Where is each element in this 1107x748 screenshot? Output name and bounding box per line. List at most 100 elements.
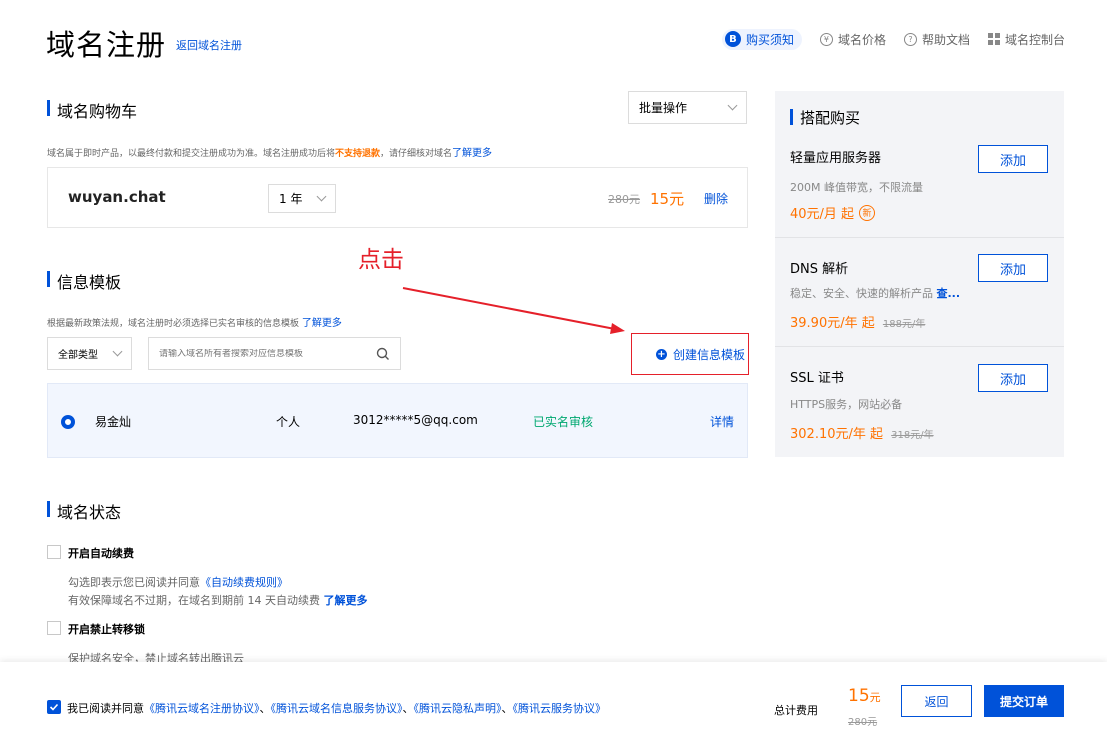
agreement-link-service[interactable]: 《腾讯云服务协议》 (513, 702, 607, 715)
agree-prefix: 我已阅读并同意 (67, 702, 144, 715)
template-row[interactable]: 易金灿 个人 3012*****5@qq.com 已实名审核 详情 (47, 383, 748, 458)
current-price: 15元 (650, 190, 685, 208)
separator: 、 (402, 702, 414, 715)
annotation-click-label: 点击 (358, 247, 404, 273)
bundle-item-dns: DNS 解析 稳定、安全、快速的解析产品 查... 39.90元/年 起 188… (775, 238, 1064, 347)
create-template-button[interactable]: + 创建信息模板 (656, 346, 745, 363)
template-owner-type: 个人 (276, 415, 301, 429)
cart-notice: 域名属于即时产品，以最终付款和提交注册成功为准。域名注册成功后将不支持退款，请仔… (47, 144, 492, 159)
agreement-link-privacy[interactable]: 《腾讯云隐私声明》 (414, 702, 502, 715)
nav-label: 域名价格 (837, 32, 886, 47)
bundle-item-price: 40元/月 起 新 (790, 203, 876, 222)
cart-title: 域名购物车 (57, 102, 138, 121)
desc-text: 有效保障域名不过期，在域名到期前 14 天自动续费 (68, 594, 320, 607)
back-button[interactable]: 返回 (901, 685, 972, 717)
template-search-input[interactable] (149, 348, 376, 359)
transfer-lock-label: 开启禁止转移锁 (68, 623, 145, 636)
price-text: 40元/月 起 (790, 207, 855, 222)
verified-status: 已实名审核 (533, 415, 594, 429)
original-price: 188元/年 (882, 319, 926, 330)
learn-more-link[interactable]: 了解更多 (302, 318, 342, 329)
select-value: 批量操作 (639, 101, 688, 115)
nav-help-docs[interactable]: ? 帮助文档 (903, 31, 970, 48)
template-detail-link[interactable]: 详情 (710, 413, 734, 430)
period-select[interactable]: 1 年 (268, 184, 336, 213)
price-number: 15 (848, 686, 870, 706)
add-ssl-button[interactable]: 添加 (978, 364, 1048, 392)
notice-text: ，请仔细核对域名 (380, 149, 453, 159)
template-owner-name: 易金灿 (95, 415, 132, 429)
auto-renew-checkbox[interactable] (47, 545, 61, 559)
original-price: 280元 (608, 193, 640, 206)
learn-more-link[interactable]: 了解更多 (452, 148, 492, 159)
template-search-box (148, 337, 401, 370)
bundle-item-price: 302.10元/年 起 318元/年 (790, 423, 934, 442)
page-title: 域名注册 (46, 28, 167, 62)
bundle-item-desc: 稳定、安全、快速的解析产品 查... (790, 285, 960, 301)
template-email: 3012*****5@qq.com (353, 413, 478, 427)
chevron-down-icon (316, 191, 327, 202)
template-notice: 根据最新政策法规，域名注册时必须选择已实名审核的信息模板 了解更多 (47, 314, 342, 329)
bundle-item-desc: 200M 峰值带宽，不限流量 (790, 181, 923, 194)
notice-warning: 不支持退款 (335, 149, 381, 159)
more-link[interactable]: 查... (937, 287, 961, 300)
price-text: 302.10元/年 起 (790, 427, 883, 442)
submit-order-button[interactable]: 提交订单 (984, 685, 1064, 717)
price-unit: 元 (869, 691, 881, 704)
learn-more-link[interactable]: 了解更多 (324, 594, 368, 607)
nav-label: 帮助文档 (921, 32, 970, 47)
bundle-item-name: 轻量应用服务器 (790, 151, 882, 166)
delete-button[interactable]: 删除 (704, 190, 728, 207)
radio-selected[interactable] (61, 415, 75, 429)
yuan-icon: ¥ (819, 32, 833, 46)
section-marker (47, 271, 50, 287)
plus-icon: + (656, 349, 667, 360)
back-to-registration-link[interactable]: 返回域名注册 (176, 37, 242, 53)
search-icon[interactable] (376, 347, 390, 361)
b-badge-icon: B (724, 31, 741, 47)
domain-name: wuyan.chat (68, 188, 166, 206)
agreement-link-info-service[interactable]: 《腾讯云域名信息服务协议》 (271, 702, 403, 715)
question-icon: ? (903, 32, 917, 46)
transfer-lock-checkbox[interactable] (47, 621, 61, 635)
status-title: 域名状态 (57, 503, 122, 522)
agree-checkbox[interactable] (47, 700, 61, 714)
desc-text: 稳定、安全、快速的解析产品 (790, 287, 933, 300)
button-label: 创建信息模板 (673, 348, 746, 362)
new-badge: 新 (859, 204, 876, 221)
total-label: 总计费用 (774, 704, 818, 717)
bundle-item-lighthouse: 轻量应用服务器 200M 峰值带宽，不限流量 40元/月 起 新 添加 (775, 137, 1064, 238)
bundle-item-name: SSL 证书 (790, 371, 844, 386)
desc-text: 勾选即表示您已阅读并同意 (68, 576, 200, 589)
bundle-panel: 搭配购买 轻量应用服务器 200M 峰值带宽，不限流量 40元/月 起 新 添加… (775, 91, 1064, 457)
agreement-text: 我已阅读并同意《腾讯云域名注册协议》、《腾讯云域名信息服务协议》、《腾讯云隐私声… (67, 700, 606, 716)
footer-bar: 我已阅读并同意《腾讯云域名注册协议》、《腾讯云域名信息服务协议》、《腾讯云隐私声… (0, 662, 1107, 748)
nav-label: 域名控制台 (1004, 32, 1065, 47)
total-price: 15元 (848, 686, 881, 706)
agreement-link-registration[interactable]: 《腾讯云域名注册协议》 (144, 702, 260, 715)
batch-operation-select[interactable]: 批量操作 (628, 91, 747, 124)
notice-text: 域名属于即时产品，以最终付款和提交注册成功为准。域名注册成功后将 (47, 149, 336, 159)
select-value: 1 年 (279, 192, 303, 206)
separator: 、 (259, 702, 271, 715)
nav-purchase-notice[interactable]: B 购买须知 (721, 28, 802, 50)
add-dns-button[interactable]: 添加 (978, 254, 1048, 282)
auto-renew-desc: 勾选即表示您已阅读并同意《自动续费规则》 (68, 574, 288, 590)
auto-renew-desc-2: 有效保障域名不过期，在域名到期前 14 天自动续费 了解更多 (68, 592, 368, 608)
price-text: 39.90元/年 起 (790, 316, 875, 331)
add-lighthouse-button[interactable]: 添加 (978, 145, 1048, 173)
annotation-arrow (402, 287, 625, 334)
original-price: 318元/年 (891, 430, 934, 441)
total-original-price: 280元 (848, 717, 878, 728)
bundle-title: 搭配购买 (800, 109, 861, 127)
grid-icon (987, 33, 1000, 45)
cart-item: wuyan.chat 1 年 280元 15元 删除 (47, 167, 748, 228)
auto-renew-rules-link[interactable]: 《自动续费规则》 (200, 576, 288, 589)
section-marker (47, 100, 50, 116)
nav-domain-console[interactable]: 域名控制台 (987, 31, 1065, 48)
chevron-down-icon (112, 346, 123, 357)
nav-domain-price[interactable]: ¥ 域名价格 (819, 31, 886, 48)
bundle-item-price: 39.90元/年 起 188元/年 (790, 312, 925, 331)
bundle-item-desc: HTTPS服务，网站必备 (790, 398, 903, 411)
template-type-select[interactable]: 全部类型 (47, 337, 132, 370)
